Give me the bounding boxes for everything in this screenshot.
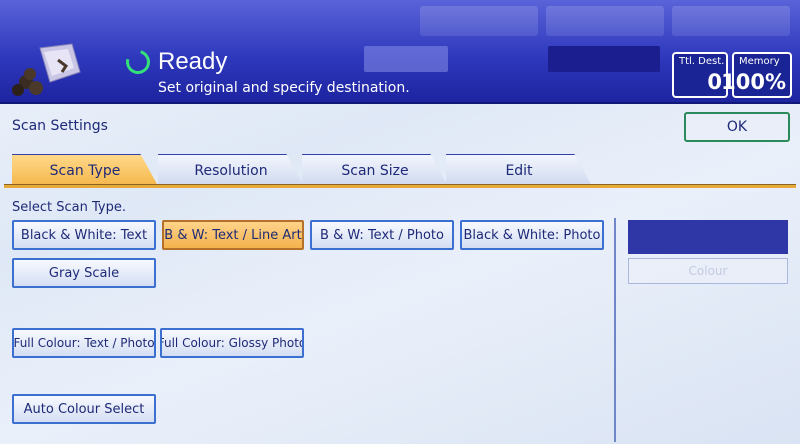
scanner-logo-icon <box>12 43 81 96</box>
option-black-white-text[interactable]: Black & White: Text <box>12 220 156 250</box>
side-colour-button[interactable]: Colour <box>628 258 788 284</box>
section-label: Select Scan Type. <box>12 200 126 215</box>
panel-title: Scan Settings <box>12 118 108 134</box>
top-tab-2[interactable] <box>546 6 664 36</box>
ready-status-icon <box>121 45 155 79</box>
top-tabs <box>420 6 790 36</box>
option-full-colour-glossy-photo[interactable]: Full Colour: Glossy Photo <box>160 328 304 358</box>
memory-value: 100% <box>721 70 786 94</box>
top-tab-3[interactable] <box>672 6 790 36</box>
status-message: Set original and specify destination. <box>158 80 410 96</box>
side-highlight-bar <box>628 220 788 254</box>
memory-label: Memory <box>739 56 780 67</box>
status-title: Ready <box>158 48 228 75</box>
tab-scan-type[interactable]: Scan Type <box>12 154 158 186</box>
top-tab-1[interactable] <box>420 6 538 36</box>
header-box-2 <box>548 46 660 72</box>
memory-counter: Memory 100% <box>721 52 792 98</box>
option-bw-text-line-art[interactable]: B & W: Text / Line Art <box>162 220 304 250</box>
tab-resolution[interactable]: Resolution <box>158 154 304 186</box>
tab-underline <box>4 184 796 188</box>
settings-tabs: Scan Type Resolution Scan Size Edit <box>12 154 792 186</box>
header-bar: Ready Set original and specify destinati… <box>0 0 800 104</box>
status-row: Ready <box>121 45 228 79</box>
ok-button[interactable]: OK <box>684 112 790 142</box>
total-destinations-counter: Ttl. Dest. 0 <box>672 52 728 98</box>
option-auto-colour-select[interactable]: Auto Colour Select <box>12 394 156 424</box>
option-gray-scale[interactable]: Gray Scale <box>12 258 156 288</box>
option-full-colour-text-photo[interactable]: Full Colour: Text / Photo <box>12 328 156 358</box>
total-destinations-value: 0 <box>707 70 722 94</box>
tab-edit[interactable]: Edit <box>446 154 592 186</box>
option-black-white-photo[interactable]: Black & White: Photo <box>460 220 604 250</box>
option-bw-text-photo[interactable]: B & W: Text / Photo <box>310 220 454 250</box>
header-box-1 <box>364 46 448 72</box>
panel-divider <box>614 218 616 442</box>
tab-scan-size[interactable]: Scan Size <box>302 154 448 186</box>
total-destinations-label: Ttl. Dest. <box>679 56 725 67</box>
